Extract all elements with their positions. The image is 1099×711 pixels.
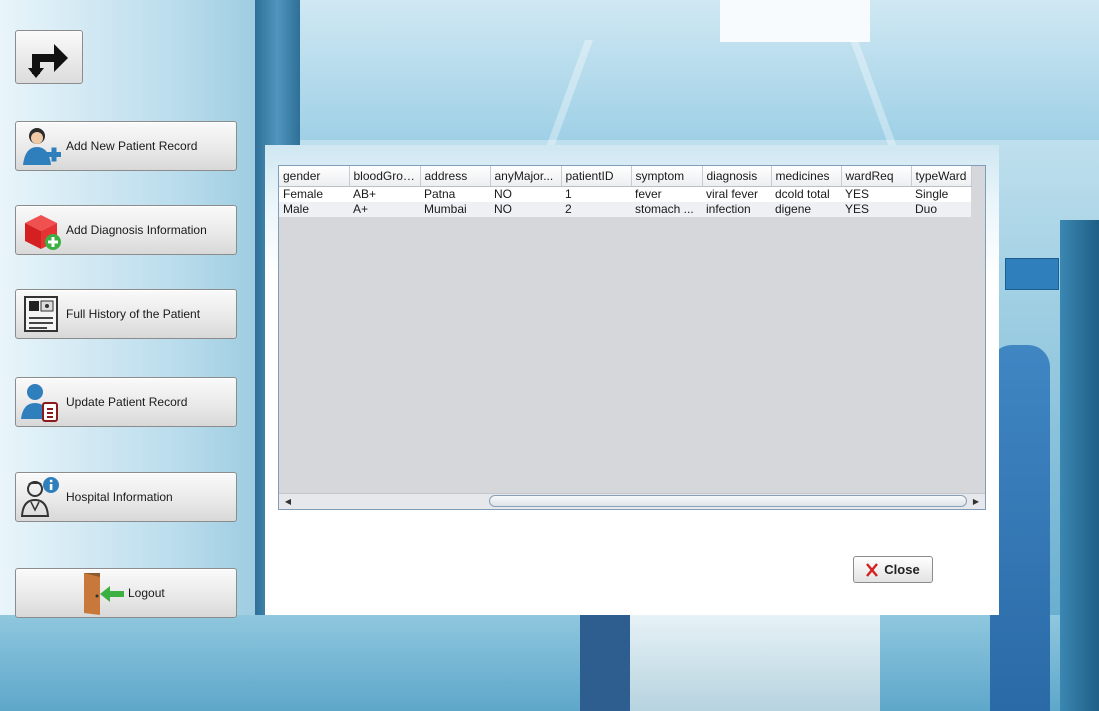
table-cell: YES — [841, 186, 911, 202]
menu-label: Add Diagnosis Information — [66, 223, 207, 237]
column-header-anymajor[interactable]: anyMajor... — [490, 166, 562, 187]
records-table: gender bloodGroup address anyMajor... pa… — [279, 166, 972, 217]
update-patient-record-button[interactable]: Update Patient Record — [15, 377, 237, 427]
add-diagnosis-information-button[interactable]: Add Diagnosis Information — [15, 205, 237, 255]
table-cell: stomach ... — [631, 202, 702, 217]
table-header-row: gender bloodGroup address anyMajor... pa… — [279, 166, 972, 187]
table-cell: YES — [841, 202, 911, 217]
records-table-panel: gender bloodGroup address anyMajor... pa… — [278, 165, 986, 510]
table-cell: Female — [279, 186, 349, 202]
table-cell: viral fever — [702, 186, 771, 202]
table-cell: dcold total — [771, 186, 841, 202]
scroll-right-arrow-icon[interactable]: ▶ — [969, 495, 983, 508]
menu-label: Update Patient Record — [66, 395, 188, 409]
column-header-gender[interactable]: gender — [279, 166, 350, 187]
user-clipboard-icon — [16, 379, 66, 425]
doctor-info-icon — [16, 474, 66, 520]
table-cell: 2 — [561, 202, 631, 217]
table-cell: A+ — [349, 202, 420, 217]
hospital-information-button[interactable]: Hospital Information — [15, 472, 237, 522]
column-header-medicines[interactable]: medicines — [771, 166, 842, 187]
wall-sign — [1005, 258, 1059, 290]
table-cell: 1 — [561, 186, 631, 202]
menu-label: Logout — [128, 586, 165, 600]
exit-door-icon — [78, 570, 128, 616]
scrollbar-thumb[interactable] — [489, 495, 967, 507]
full-history-of-the-patient-button[interactable]: Full History of the Patient — [15, 289, 237, 339]
column-header-typeward[interactable]: typeWard — [911, 166, 972, 187]
ceiling — [300, 0, 1099, 140]
column-header-address[interactable]: address — [420, 166, 491, 187]
menu-label: Hospital Information — [66, 490, 173, 504]
table-cell: infection — [702, 202, 771, 217]
table-cell: NO — [490, 186, 561, 202]
close-label: Close — [884, 562, 920, 577]
column-header-wardreq[interactable]: wardReq — [841, 166, 912, 187]
id-card-icon — [16, 291, 66, 337]
table-cell: AB+ — [349, 186, 420, 202]
column-header-patientid[interactable]: patientID — [561, 166, 632, 187]
logout-button[interactable]: Logout — [15, 568, 237, 618]
table-cell: Single — [911, 186, 971, 202]
right-door — [1060, 220, 1099, 711]
table-cell: Patna — [420, 186, 490, 202]
table-cell: digene — [771, 202, 841, 217]
add-user-icon — [16, 123, 66, 169]
sidebar: Add New Patient Record Add Diagnosis Inf… — [0, 0, 260, 711]
table-row[interactable]: Female AB+ Patna NO 1 fever viral fever … — [279, 186, 971, 202]
close-x-icon — [866, 562, 879, 577]
add-box-icon — [16, 207, 66, 253]
nurse-figure — [990, 345, 1050, 711]
scroll-left-arrow-icon[interactable]: ◀ — [281, 495, 295, 508]
menu-label: Full History of the Patient — [66, 307, 201, 321]
back-button[interactable] — [15, 30, 83, 84]
menu-label: Add New Patient Record — [66, 139, 198, 153]
column-header-diagnosis[interactable]: diagnosis — [702, 166, 772, 187]
turn-arrows-icon — [28, 44, 68, 78]
patient-records-dialog: gender bloodGroup address anyMajor... pa… — [265, 145, 999, 615]
add-new-patient-record-button[interactable]: Add New Patient Record — [15, 121, 237, 171]
table-cell: Duo — [911, 202, 971, 217]
close-button[interactable]: Close — [853, 556, 933, 583]
gurney — [630, 612, 880, 711]
table-row[interactable]: Male A+ Mumbai NO 2 stomach ... infectio… — [279, 202, 971, 217]
table-cell: Mumbai — [420, 202, 490, 217]
column-header-symptom[interactable]: symptom — [631, 166, 703, 187]
table-cell: NO — [490, 202, 561, 217]
horizontal-scrollbar[interactable]: ◀ ▶ — [279, 493, 985, 509]
table-cell: fever — [631, 186, 702, 202]
ceiling-light — [720, 0, 870, 42]
table-cell: Male — [279, 202, 349, 217]
column-header-bloodgroup[interactable]: bloodGroup — [349, 166, 421, 187]
